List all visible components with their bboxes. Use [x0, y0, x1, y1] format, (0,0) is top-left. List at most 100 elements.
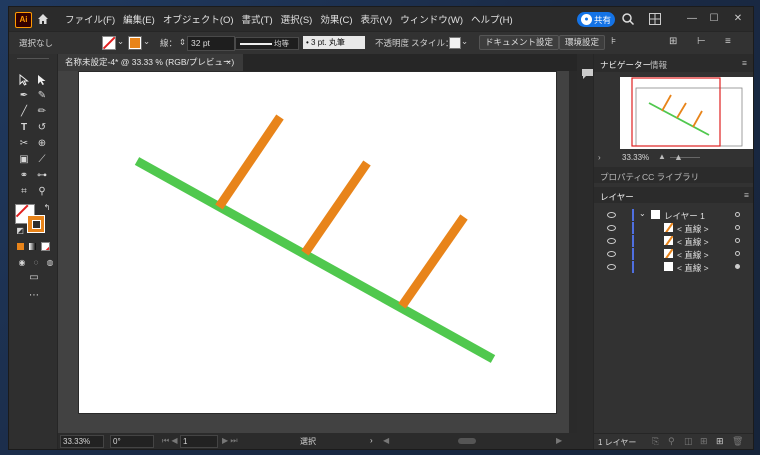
zoom-in-icon[interactable]: ▲ — [674, 152, 683, 162]
menu-object[interactable]: オブジェクト(O) — [163, 12, 234, 26]
pencil-tool-icon[interactable]: ✏ — [35, 106, 49, 118]
green-base-line[interactable] — [134, 157, 496, 363]
zoom-tool-icon[interactable]: ⚲ — [35, 186, 49, 198]
selection-tool-icon[interactable] — [17, 73, 31, 86]
graphic-style-swatch[interactable] — [449, 37, 461, 49]
draw-inside-icon[interactable]: ◍ — [43, 257, 57, 269]
brush-definition-field[interactable]: • 3 pt. 丸筆 — [303, 36, 365, 49]
horizontal-scroll-thumb[interactable] — [458, 438, 476, 444]
menu-window[interactable]: ウィンドウ(W) — [400, 12, 463, 26]
align-icon[interactable]: ⊞ — [669, 36, 677, 47]
screen-mode-icon[interactable]: ▭ — [27, 272, 41, 284]
sublayer-row[interactable]: < 直線 > — [594, 261, 753, 274]
path-name[interactable]: < 直線 > — [677, 262, 709, 274]
curvature-tool-icon[interactable]: ✎ — [35, 90, 49, 102]
scissors-tool-icon[interactable]: ✂ — [17, 138, 31, 150]
target-circle-icon[interactable] — [735, 212, 740, 217]
type-tool-icon[interactable]: T — [17, 122, 31, 134]
vertical-scrollbar[interactable] — [569, 71, 577, 433]
path-name[interactable]: < 直線 > — [677, 249, 709, 261]
document-tab[interactable]: 名称未設定-4* @ 33.33 % (RGB/プレビュー) × — [58, 54, 243, 71]
none-mode-icon[interactable] — [41, 242, 50, 251]
layer-name[interactable]: レイヤー 1 — [664, 210, 705, 222]
line-tool-icon[interactable]: ╱ — [17, 106, 31, 118]
sublayer-row[interactable]: < 直線 > — [594, 248, 753, 261]
document-setup-button[interactable]: ドキュメント設定 — [479, 35, 560, 50]
stroke-weight-field[interactable]: 32 pt — [187, 36, 235, 51]
draw-behind-icon[interactable]: ◌ — [29, 257, 43, 269]
panel-menu-icon[interactable]: ≡ — [742, 58, 747, 68]
artboard-field[interactable]: 1 — [180, 435, 218, 448]
draw-normal-icon[interactable]: ◉ — [15, 257, 29, 269]
chevron-down-icon[interactable]: ⌄ — [143, 36, 150, 47]
eyedropper-tool-icon[interactable]: ⟋ — [35, 154, 49, 166]
pen-tool-icon[interactable]: ✒ — [17, 90, 31, 102]
chevron-right-icon[interactable]: › — [370, 436, 373, 445]
chevron-down-icon[interactable]: ⌄ — [461, 36, 468, 47]
minimize-icon[interactable]: — — [685, 12, 699, 26]
gradient-tool-icon[interactable]: ▣ — [17, 154, 31, 166]
target-circle-icon[interactable] — [735, 238, 740, 243]
path-name[interactable]: < 直線 > — [677, 223, 709, 235]
tab-info[interactable]: 情報 — [650, 59, 667, 71]
target-circle-icon[interactable] — [735, 264, 740, 269]
tab-layers[interactable]: レイヤー — [600, 191, 634, 203]
arrange-icon[interactable]: ⊧ — [611, 36, 616, 47]
artboard-tool-icon[interactable]: ⌗ — [17, 186, 31, 198]
chevron-right-icon[interactable]: › — [598, 153, 601, 162]
menu-file[interactable]: ファイル(F) — [65, 12, 115, 26]
new-layer-icon[interactable]: ⊞ — [716, 436, 724, 447]
blend-tool-icon[interactable]: ⚭ — [17, 170, 31, 182]
next-artboard-icon[interactable]: ▶ ⏭ — [222, 436, 238, 446]
menu-type[interactable]: 書式(T) — [242, 12, 273, 26]
zoom-field[interactable]: 33.33% — [60, 435, 104, 448]
home-icon[interactable] — [36, 12, 50, 26]
artboard[interactable] — [78, 71, 557, 414]
direct-selection-tool-icon[interactable] — [35, 74, 49, 86]
visibility-eye-icon[interactable] — [607, 238, 616, 244]
tab-cc-libraries[interactable]: CC ライブラリ — [642, 171, 699, 183]
menu-help[interactable]: ヘルプ(H) — [471, 12, 513, 26]
align-left-icon[interactable]: ⊢ — [697, 36, 706, 47]
layer-row[interactable]: ⌄ レイヤー 1 — [594, 209, 753, 222]
first-artboard-icon[interactable]: ⏮ ◀ — [162, 436, 178, 446]
orange-line-2[interactable] — [301, 160, 371, 256]
stepper-icon[interactable]: ⇕ — [179, 37, 186, 48]
stroke-swatch[interactable] — [128, 36, 142, 50]
current-tool-status[interactable]: 選択 — [300, 436, 316, 447]
sublayer-row[interactable]: < 直線 > — [594, 222, 753, 235]
close-tab-icon[interactable]: × — [226, 54, 231, 71]
workspace-icon[interactable] — [649, 13, 661, 25]
more-tools-icon[interactable]: ⋯ — [27, 290, 41, 302]
delete-layer-icon[interactable]: 🗑 — [732, 436, 743, 447]
scroll-left-icon[interactable]: ◀ — [383, 436, 389, 445]
preferences-button[interactable]: 環境設定 — [559, 35, 606, 50]
scroll-right-icon[interactable]: ▶ — [556, 436, 562, 445]
visibility-eye-icon[interactable] — [607, 251, 616, 257]
visibility-eye-icon[interactable] — [607, 225, 616, 231]
rotate-tool-icon[interactable]: ↺ — [35, 122, 49, 134]
target-circle-icon[interactable] — [735, 251, 740, 256]
chevron-down-icon[interactable]: ⌄ — [117, 36, 124, 47]
sublayer-row[interactable]: < 直線 > — [594, 235, 753, 248]
rotation-field[interactable]: 0° — [110, 435, 154, 448]
clipping-mask-icon[interactable]: ◫ — [684, 436, 693, 447]
tab-properties[interactable]: プロパティ — [600, 171, 642, 183]
default-colors-icon[interactable]: ◩ — [13, 225, 27, 237]
gradient-mode-icon[interactable] — [29, 243, 36, 250]
collect-export-icon[interactable]: ⎘ — [652, 436, 659, 447]
tab-navigator[interactable]: ナビゲーター — [600, 59, 651, 71]
canvas-area[interactable] — [58, 71, 569, 433]
color-mode-icon[interactable] — [17, 243, 24, 250]
orange-line-3[interactable] — [398, 214, 468, 309]
zoom-out-icon[interactable]: ▲ — [658, 152, 666, 161]
visibility-eye-icon[interactable] — [607, 212, 616, 218]
visibility-eye-icon[interactable] — [607, 264, 616, 270]
stroke-color-icon[interactable] — [27, 215, 45, 233]
path-name[interactable]: < 直線 > — [677, 236, 709, 248]
menu-edit[interactable]: 編集(E) — [123, 12, 155, 26]
expand-chevron-icon[interactable]: ⌄ — [639, 209, 646, 218]
target-circle-icon[interactable] — [735, 225, 740, 230]
new-sublayer-icon[interactable]: ⊞ — [700, 436, 708, 447]
locate-object-icon[interactable]: ⚲ — [668, 436, 675, 447]
